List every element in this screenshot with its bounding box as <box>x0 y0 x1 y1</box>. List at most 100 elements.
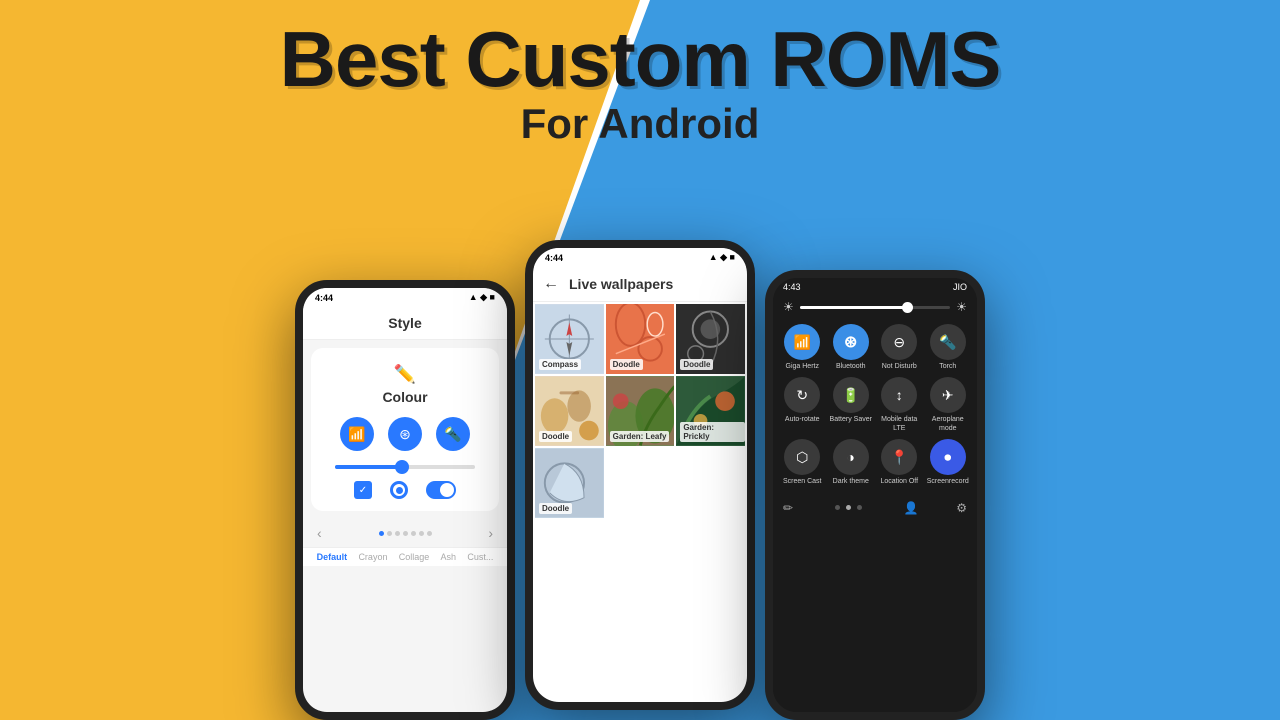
qs-giga-label: Giga Hertz <box>786 363 819 371</box>
colour-slider[interactable] <box>335 465 475 469</box>
qs-cast-label: Screen Cast <box>783 478 822 486</box>
qs-bottom-row: ✏ 👤 ⚙ <box>773 497 977 519</box>
qs-battery-label: Battery Saver <box>830 416 872 424</box>
left-icons: ▲ ◆ ■ <box>469 292 495 303</box>
brightness-row: ☀ ☀ <box>773 296 977 318</box>
wallpaper-doodle2[interactable]: Doodle <box>676 304 745 374</box>
brightness-slider[interactable] <box>800 306 950 309</box>
qs-cast-circle: ⬡ <box>784 439 820 475</box>
qs-dark-theme[interactable]: ◑ Dark theme <box>830 439 873 486</box>
brightness-high-icon: ☀ <box>956 300 967 314</box>
garden1-label: Garden: Leafy <box>610 431 670 442</box>
compass-label: Compass <box>539 359 581 370</box>
qs-bt-circle: ⊛ <box>833 324 869 360</box>
edit-icon[interactable]: ✏ <box>783 501 793 515</box>
qs-giga-hertz[interactable]: 📶 Giga Hertz <box>781 324 824 371</box>
qs-mobile-data[interactable]: ↕ Mobile data LTE <box>878 377 921 433</box>
toggle-switch[interactable] <box>426 481 456 499</box>
sub-title: For Android <box>0 100 1280 148</box>
settings-icon[interactable]: ⚙ <box>956 501 967 515</box>
qs-loc-circle: 📍 <box>881 439 917 475</box>
center-header: ← Live wallpapers <box>533 267 747 302</box>
phone-left: 4:44 ▲ ◆ ■ Style ✏️ Colour 📶 ⊛ 🔦 <box>295 280 515 720</box>
qs-location[interactable]: 📍 Location Off <box>878 439 921 486</box>
qs-bluetooth[interactable]: ⊛ Bluetooth <box>830 324 873 371</box>
qs-rec-label: Screenrecord <box>927 478 969 486</box>
checkbox[interactable]: ✓ <box>354 481 372 499</box>
pencil-icon: ✏️ <box>394 364 416 385</box>
center-title: Live wallpapers <box>569 276 673 292</box>
right-time: 4:43 <box>783 282 801 292</box>
dot-2 <box>387 531 392 536</box>
bt-icon-btn[interactable]: ⊛ <box>388 417 422 451</box>
next-arrow[interactable]: › <box>488 525 493 541</box>
phone-right: 4:43 JIO ☀ ☀ 📶 Giga Hertz ⊛ <box>765 270 985 720</box>
center-screen: 4:44 ▲ ◆ ■ ← Live wallpapers <box>533 248 747 702</box>
qs-data-circle: ↕ <box>881 377 917 413</box>
left-time: 4:44 <box>315 293 333 303</box>
brightness-fill <box>800 306 905 309</box>
qs-giga-circle: 📶 <box>784 324 820 360</box>
qs-nd-circle: ⊖ <box>881 324 917 360</box>
right-status-bar: 4:43 JIO <box>773 278 977 296</box>
phones-container: 4:44 ▲ ◆ ■ Style ✏️ Colour 📶 ⊛ 🔦 <box>295 240 985 720</box>
wallpaper-compass[interactable]: Compass <box>535 304 604 374</box>
qs-torch[interactable]: 🔦 Torch <box>927 324 970 371</box>
rdot-1 <box>835 505 840 510</box>
right-screen: 4:43 JIO ☀ ☀ 📶 Giga Hertz ⊛ <box>773 278 977 712</box>
qs-rec-circle: ⏺ <box>930 439 966 475</box>
dot-5 <box>411 531 416 536</box>
radio-btn[interactable] <box>390 481 408 499</box>
tab-ash[interactable]: Ash <box>441 552 457 562</box>
wallpaper-doodle4[interactable]: Doodle <box>535 448 604 518</box>
phone-center: 4:44 ▲ ◆ ■ ← Live wallpapers <box>525 240 755 710</box>
qs-battery-saver[interactable]: 🔋 Battery Saver <box>830 377 873 433</box>
qs-battery-circle: 🔋 <box>833 377 869 413</box>
qs-torch-circle: 🔦 <box>930 324 966 360</box>
rdot-3 <box>857 505 862 510</box>
center-time: 4:44 <box>545 253 563 263</box>
toggle-knob <box>440 483 454 497</box>
user-icon[interactable]: 👤 <box>904 501 919 515</box>
doodle4-label: Doodle <box>539 503 572 514</box>
right-dots <box>831 501 866 514</box>
qs-rotate-label: Auto-rotate <box>785 416 820 424</box>
wallpaper-doodle3[interactable]: Doodle <box>535 376 604 446</box>
theme-tabs: Default Crayon Collage Ash Cust... <box>303 547 507 566</box>
prev-arrow[interactable]: ‹ <box>317 525 322 541</box>
tab-default[interactable]: Default <box>317 552 348 562</box>
main-title: Best Custom ROMS <box>0 20 1280 98</box>
tab-collage[interactable]: Collage <box>399 552 430 562</box>
qs-screenrecord[interactable]: ⏺ Screenrecord <box>927 439 970 486</box>
qs-nd-label: Not Disturb <box>882 363 917 371</box>
garden2-label: Garden: Prickly <box>680 422 745 442</box>
qs-not-disturb[interactable]: ⊖ Not Disturb <box>878 324 921 371</box>
qs-rotate-circle: ↻ <box>784 377 820 413</box>
tab-cust[interactable]: Cust... <box>467 552 493 562</box>
tab-crayon[interactable]: Crayon <box>358 552 387 562</box>
wifi-icon-btn[interactable]: 📶 <box>340 417 374 451</box>
dot-4 <box>403 531 408 536</box>
qs-aeroplane[interactable]: ✈ Aeroplane mode <box>927 377 970 433</box>
brightness-low-icon: ☀ <box>783 300 794 314</box>
qs-plane-circle: ✈ <box>930 377 966 413</box>
qs-loc-label: Location Off <box>880 478 918 486</box>
wallpaper-garden1[interactable]: Garden: Leafy <box>606 376 675 446</box>
left-status-bar: 4:44 ▲ ◆ ■ <box>303 288 507 307</box>
brightness-thumb <box>902 302 913 313</box>
wallpaper-grid: Compass Doodle <box>533 302 747 520</box>
radio-inner <box>396 487 403 494</box>
dot-1 <box>379 531 384 536</box>
left-nav: ‹ › <box>303 519 507 547</box>
qs-cast[interactable]: ⬡ Screen Cast <box>781 439 824 486</box>
qs-plane-label: Aeroplane mode <box>927 416 970 433</box>
back-arrow[interactable]: ← <box>543 275 559 293</box>
center-icons: ▲ ◆ ■ <box>709 252 735 263</box>
wallpaper-doodle1[interactable]: Doodle <box>606 304 675 374</box>
colour-label: Colour <box>382 389 427 405</box>
doodle2-label: Doodle <box>680 359 713 370</box>
qs-autorotate[interactable]: ↻ Auto-rotate <box>781 377 824 433</box>
left-header: Style <box>303 307 507 340</box>
torch-icon-btn[interactable]: 🔦 <box>436 417 470 451</box>
wallpaper-garden2[interactable]: Garden: Prickly <box>676 376 745 446</box>
